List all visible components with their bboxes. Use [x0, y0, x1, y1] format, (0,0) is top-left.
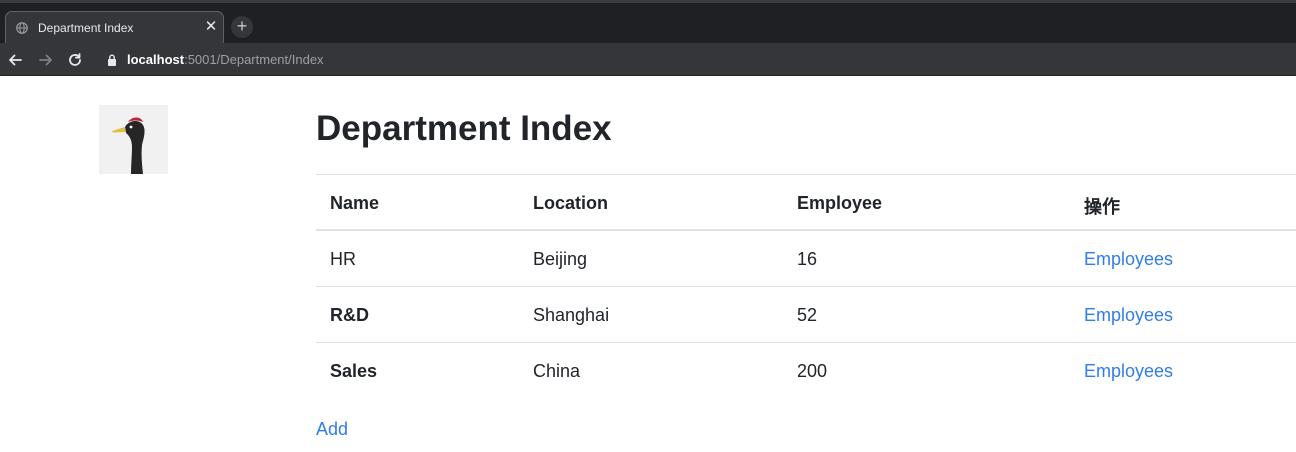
address-bar[interactable]: localhost:5001/Department/Index	[127, 52, 324, 67]
table-header-row: Name Location Employee 操作	[316, 174, 1296, 230]
department-location: Beijing	[533, 249, 588, 269]
department-location: Shanghai	[533, 305, 610, 325]
department-name: R&D	[330, 305, 369, 325]
arrow-right-icon[interactable]	[37, 51, 55, 69]
table-row: R&D Shanghai 52 Employees	[316, 286, 1296, 342]
url-path: :5001/Department/Index	[184, 52, 324, 67]
department-name: HR	[330, 249, 356, 269]
table-row: Sales China 200 Employees	[316, 342, 1296, 398]
department-table: Name Location Employee 操作 HR Beijing 16 …	[316, 174, 1296, 398]
tab-title: Department Index	[38, 21, 134, 35]
reload-icon[interactable]	[66, 51, 84, 69]
employees-link[interactable]: Employees	[1084, 361, 1173, 382]
employee-count: 200	[797, 361, 828, 381]
globe-icon	[16, 22, 28, 34]
column-header-name: Name	[330, 193, 380, 213]
browser-tab[interactable]: Department Index ✕	[5, 11, 224, 43]
employee-count: 52	[797, 305, 818, 325]
arrow-left-icon[interactable]	[6, 51, 24, 69]
department-name: Sales	[330, 361, 378, 381]
bird-logo-icon	[112, 117, 145, 174]
employee-count: 16	[797, 249, 818, 269]
table-row: HR Beijing 16 Employees	[316, 230, 1296, 286]
browser-tabstrip: Department Index ✕ +	[0, 0, 1296, 43]
department-location: China	[533, 361, 581, 381]
column-header-employee: Employee	[797, 193, 883, 213]
add-department-link[interactable]: Add	[316, 419, 348, 440]
lock-icon[interactable]	[107, 54, 117, 66]
close-tab-icon[interactable]: ✕	[203, 19, 219, 35]
employees-link[interactable]: Employees	[1084, 249, 1173, 270]
employees-link[interactable]: Employees	[1084, 305, 1173, 326]
browser-toolbar: localhost:5001/Department/Index	[0, 43, 1296, 76]
column-header-location: Location	[533, 193, 608, 213]
column-header-actions: 操作	[1084, 197, 1120, 217]
tabstrip-top-border	[0, 0, 1296, 3]
url-host: localhost	[127, 52, 185, 67]
page-title: Department Index	[316, 109, 612, 148]
new-tab-button[interactable]: +	[231, 16, 253, 38]
logo	[99, 105, 168, 174]
